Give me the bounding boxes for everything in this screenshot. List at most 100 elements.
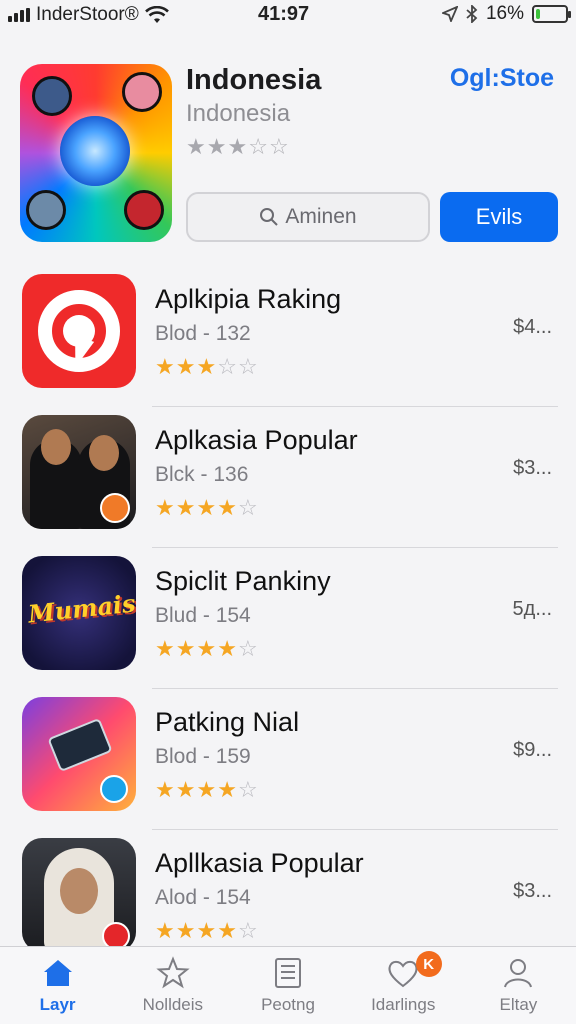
list-item[interactable]: Aplkasia Popular Blck - 136 ★★★★☆ $3... xyxy=(0,407,576,548)
status-bar: InderStoor® 41:97 16% xyxy=(0,0,576,30)
star-icon: ★ xyxy=(196,495,218,520)
wordmark-icon[interactable]: Mumais xyxy=(22,556,136,670)
app-price[interactable]: 5д... xyxy=(513,598,552,621)
star-icon: ★ xyxy=(196,918,218,943)
app-rating: ★★★★☆ xyxy=(155,918,259,944)
swirl-icon xyxy=(60,116,130,186)
star-icon: ★ xyxy=(155,354,176,379)
list-icon xyxy=(275,958,301,988)
star-icon: ★ xyxy=(175,495,197,520)
star-icon: ★ xyxy=(155,636,176,661)
tab-label: Peotng xyxy=(261,995,315,1014)
app-name: Aplkipia Raking xyxy=(155,284,342,314)
star-icon: ★ xyxy=(196,354,218,379)
status-right: 16% xyxy=(441,3,571,25)
home-icon xyxy=(43,960,72,986)
star-icon: ★ xyxy=(196,636,218,661)
star-icon: ☆ xyxy=(237,495,259,520)
star-icon: ★ xyxy=(227,134,249,159)
person-icon xyxy=(504,959,533,988)
action-button[interactable]: Evils xyxy=(440,192,558,242)
app-meta: Blod - 132 xyxy=(155,322,251,345)
star-icon: ☆ xyxy=(237,354,259,379)
app-name: Patking Nial xyxy=(155,707,300,737)
wifi-icon xyxy=(144,6,169,23)
bluetooth-icon xyxy=(466,5,478,23)
star-icon: ★ xyxy=(155,777,176,802)
tab-bar: Layr Nolldeis Peotng Idarlings K Eltay xyxy=(0,946,576,1024)
star-icon: ☆ xyxy=(268,134,290,159)
monster-icon xyxy=(32,76,72,116)
star-icon: ☆ xyxy=(248,134,269,159)
star-icon: ★ xyxy=(196,777,218,802)
notification-badge: K xyxy=(415,951,442,977)
tab-favorites[interactable]: Idarlings K xyxy=(346,947,461,1024)
tab-home[interactable]: Layr xyxy=(0,947,115,1024)
app-meta: Blud - 154 xyxy=(155,604,251,627)
star-icon: ★ xyxy=(175,777,197,802)
app-meta: Blck - 136 xyxy=(155,463,249,486)
battery-percent: 16% xyxy=(485,3,524,24)
app-price[interactable]: $3... xyxy=(513,457,552,480)
star-icon: ★ xyxy=(175,918,197,943)
app-price[interactable]: $4... xyxy=(513,316,552,339)
store-link[interactable]: Ogl:Stoe xyxy=(450,64,554,93)
star-icon: ☆ xyxy=(237,636,259,661)
tab-label: Layr xyxy=(39,995,76,1014)
people-icon[interactable] xyxy=(22,415,136,529)
badge-icon xyxy=(100,775,128,803)
star-icon: ★ xyxy=(175,636,197,661)
monster-icon xyxy=(122,72,162,112)
star-icon: ★ xyxy=(217,777,238,802)
list-item[interactable]: Mumais Spiclit Pankiny Blud - 154 ★★★★☆ … xyxy=(0,548,576,689)
tab-featured[interactable]: Nolldeis xyxy=(115,947,230,1024)
tab-label: Nolldeis xyxy=(142,995,204,1014)
app-rating: ★★★★☆ xyxy=(155,495,259,521)
target-icon[interactable] xyxy=(22,274,136,388)
location-icon xyxy=(441,6,458,22)
tab-label: Idarlings xyxy=(371,995,436,1014)
badge-icon xyxy=(100,493,130,523)
featured-app-icon[interactable] xyxy=(20,64,172,242)
star-icon: ★ xyxy=(186,134,207,159)
tab-label: Eltay xyxy=(499,995,538,1014)
search-icon xyxy=(260,208,279,226)
phone-icon[interactable] xyxy=(22,697,136,811)
star-icon: ☆ xyxy=(217,354,238,379)
app-meta: Blod - 159 xyxy=(155,745,251,768)
app-name: Aplkasia Popular xyxy=(155,425,358,455)
star-icon: ★ xyxy=(217,918,238,943)
monster-icon xyxy=(26,190,66,230)
star-icon: ★ xyxy=(217,495,238,520)
featured-app[interactable]: Indonesia Indonesia ★★★☆☆ Ogl:Stoe Amine… xyxy=(0,60,576,260)
star-icon xyxy=(156,956,190,989)
battery-icon xyxy=(532,5,571,23)
tab-lists[interactable]: Peotng xyxy=(230,947,345,1024)
star-icon: ★ xyxy=(206,134,228,159)
star-icon: ★ xyxy=(217,636,238,661)
battery-fill xyxy=(536,9,541,19)
app-rating: ★★★★☆ xyxy=(155,636,259,662)
featured-subtitle: Indonesia xyxy=(186,100,291,127)
list-item[interactable]: Patking Nial Blod - 159 ★★★★☆ $9... xyxy=(0,689,576,830)
app-price[interactable]: $3... xyxy=(513,880,552,903)
star-icon: ☆ xyxy=(237,777,259,802)
list-item[interactable]: Aplkipia Raking Blod - 132 ★★★☆☆ $4... xyxy=(0,266,576,407)
status-left: InderStoor® xyxy=(8,4,169,26)
status-time: 41:97 xyxy=(258,3,310,25)
featured-rating: ★★★☆☆ xyxy=(186,134,290,160)
star-icon: ★ xyxy=(155,495,176,520)
portrait-icon[interactable] xyxy=(22,838,136,952)
wordmark-text: Mumais xyxy=(26,588,136,629)
tab-profile[interactable]: Eltay xyxy=(461,947,576,1024)
app-rating: ★★★☆☆ xyxy=(155,354,259,380)
carrier-label: InderStoor® xyxy=(36,4,139,25)
app-rating: ★★★★☆ xyxy=(155,777,259,803)
app-name: Apllkasia Popular xyxy=(155,848,364,878)
app-name: Spiclit Pankiny xyxy=(155,566,331,596)
search-input[interactable]: Aminen xyxy=(186,192,430,242)
star-icon: ★ xyxy=(155,918,176,943)
app-price[interactable]: $9... xyxy=(513,739,552,762)
star-icon: ☆ xyxy=(237,918,259,943)
featured-title: Indonesia xyxy=(186,64,322,96)
